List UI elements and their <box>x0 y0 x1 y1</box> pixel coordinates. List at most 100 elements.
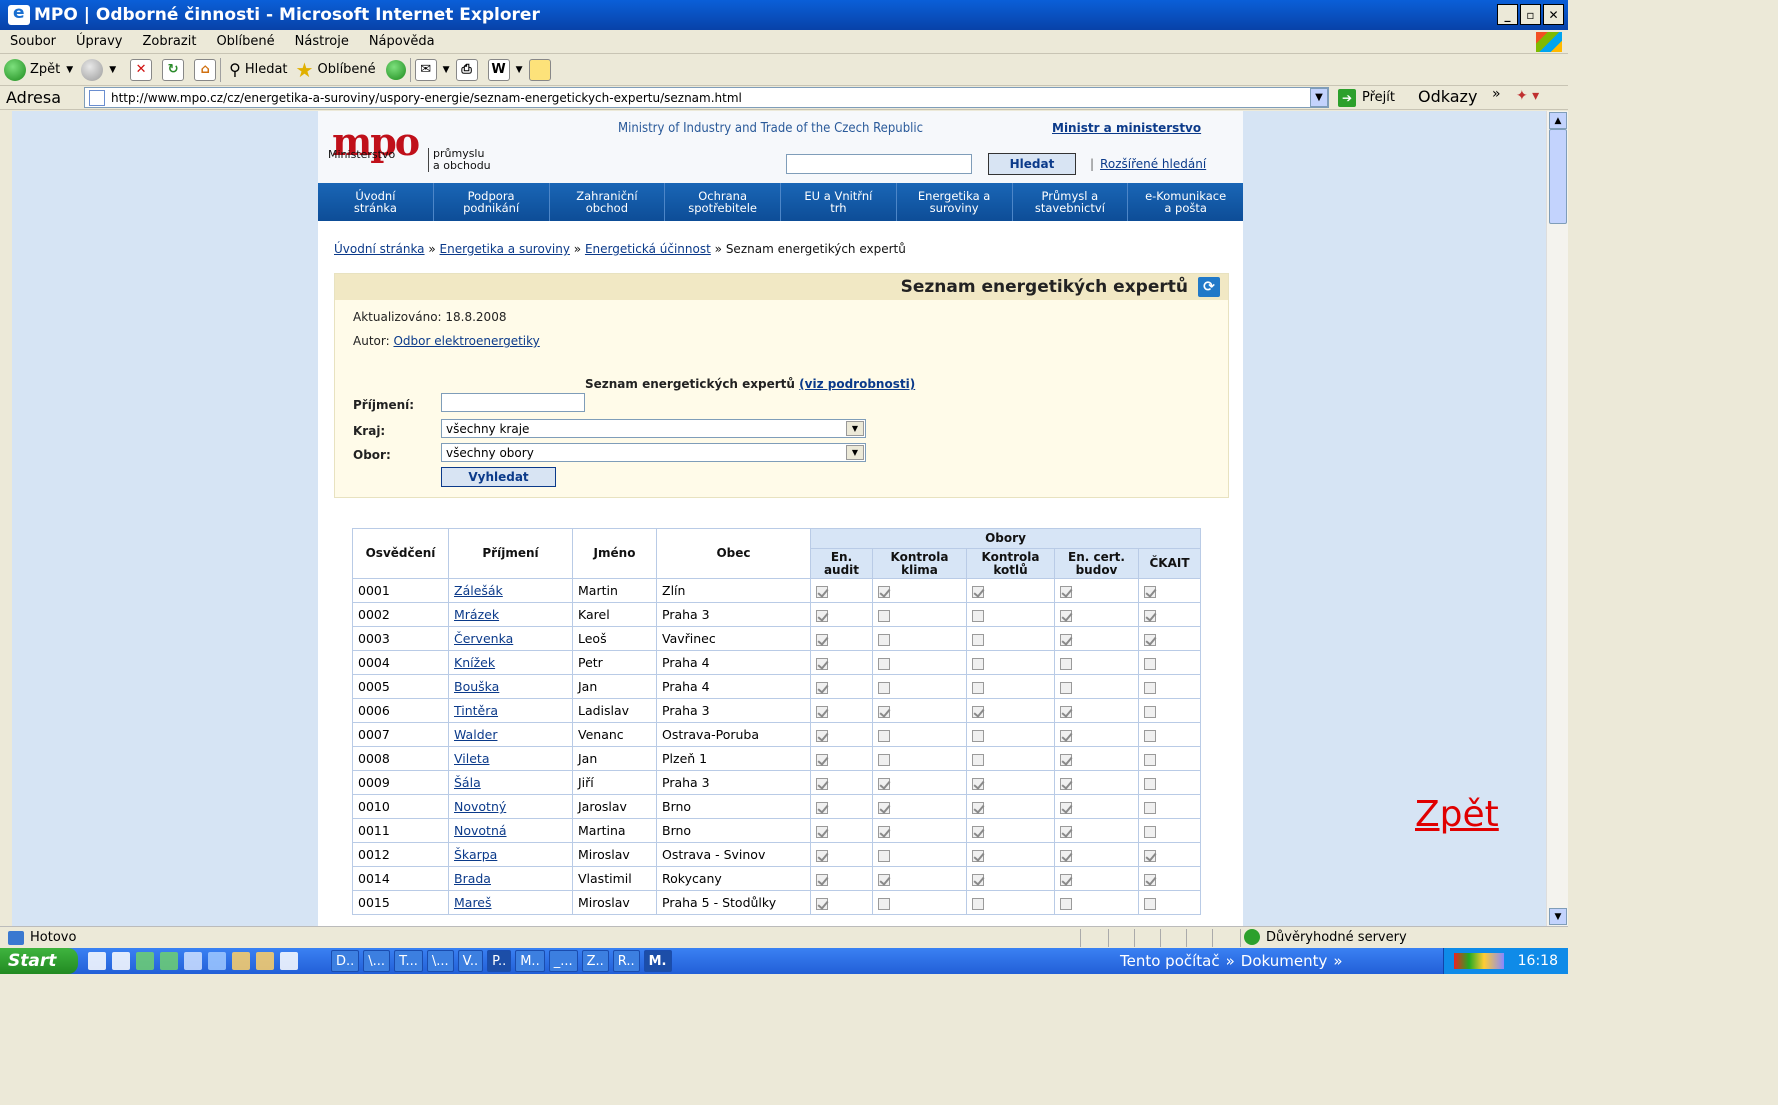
task-item[interactable]: _... <box>548 950 578 972</box>
surname-link[interactable]: Bouška <box>454 679 499 694</box>
surname-link[interactable]: Mrázek <box>454 607 499 622</box>
messenger-icon[interactable] <box>528 58 551 81</box>
task-item[interactable]: V.. <box>457 950 484 972</box>
surname-link[interactable]: Vileta <box>454 751 489 766</box>
chevron-right-icon[interactable]: » <box>1333 952 1342 970</box>
documents-link[interactable]: Dokumenty <box>1241 952 1328 970</box>
col-obec[interactable]: Obec <box>656 528 811 579</box>
links-button[interactable]: Odkazy <box>1418 87 1477 106</box>
quicklaunch-icon[interactable] <box>112 952 130 970</box>
surname-link[interactable]: Tintěra <box>454 703 498 718</box>
forward-button[interactable]: ▼ <box>81 58 116 81</box>
author-link[interactable]: Odbor elektroenergetiky <box>393 334 539 348</box>
edit-icon[interactable]: W <box>487 58 510 81</box>
surname-link[interactable]: Novotný <box>454 799 506 814</box>
breadcrumb-ucinnost[interactable]: Energetická účinnost <box>585 242 711 256</box>
print-icon[interactable]: ⎙ <box>455 58 478 81</box>
stop-icon[interactable]: ✕ <box>130 58 153 81</box>
surname-link[interactable]: Mareš <box>454 895 492 910</box>
nav-e-komunikace[interactable]: e-Komunikace a pošta <box>1128 183 1243 221</box>
toolbar-extra-icon[interactable]: ✦ ▾ <box>1516 88 1539 104</box>
quicklaunch-icon[interactable] <box>256 952 274 970</box>
mail-icon[interactable]: ✉ <box>414 58 437 81</box>
go-icon[interactable]: ➔ <box>1338 89 1356 107</box>
quicklaunch-icon[interactable] <box>160 952 178 970</box>
nav-ochrana-spotrebitele[interactable]: Ochrana spotřebitele <box>665 183 781 221</box>
address-dropdown-icon[interactable]: ▼ <box>1310 88 1328 107</box>
col-jmeno[interactable]: Jméno <box>572 528 657 579</box>
region-select[interactable]: všechny kraje ▼ <box>441 419 866 438</box>
quicklaunch-icon[interactable] <box>88 952 106 970</box>
menu-oblibene[interactable]: Oblíbené <box>206 34 284 49</box>
task-item[interactable]: D.. <box>331 950 360 972</box>
nav-prumysl-stavebnictvi[interactable]: Průmysl a stavebnictví <box>1013 183 1129 221</box>
vyhledat-button[interactable]: Vyhledat <box>441 467 556 487</box>
back-button[interactable]: Zpět ▼ <box>4 58 73 81</box>
task-item[interactable]: M.. <box>515 950 545 972</box>
surname-link[interactable]: Novotná <box>454 823 507 838</box>
media-icon[interactable] <box>385 59 406 80</box>
surname-link[interactable]: Walder <box>454 727 497 742</box>
home-icon[interactable]: ⌂ <box>194 58 217 81</box>
quicklaunch-icon[interactable] <box>136 952 154 970</box>
nav-eu-vnitrni-trh[interactable]: EU a Vnitřní trh <box>781 183 897 221</box>
address-input[interactable]: http://www.mpo.cz/cz/energetika-a-surovi… <box>84 87 1329 108</box>
scroll-up-icon[interactable]: ▲ <box>1549 112 1567 129</box>
close-button[interactable]: ✕ <box>1543 4 1564 25</box>
task-item[interactable]: T... <box>394 950 423 972</box>
task-item[interactable]: R.. <box>612 950 640 972</box>
nav-zahranicni-obchod[interactable]: Zahraniční obchod <box>550 183 666 221</box>
breadcrumb-uvodni[interactable]: Úvodní stránka <box>334 242 425 256</box>
chevron-right-icon[interactable]: » <box>1492 86 1501 102</box>
nav-energetika-suroviny[interactable]: Energetika a suroviny <box>897 183 1013 221</box>
minister-link[interactable]: Ministr a ministerstvo <box>1052 121 1201 135</box>
favorites-button[interactable]: ★ Oblíbené <box>296 58 376 82</box>
quicklaunch-icon[interactable] <box>184 952 202 970</box>
chevron-right-icon[interactable]: » <box>1226 952 1235 970</box>
menu-nastroje[interactable]: Nástroje <box>285 34 359 49</box>
menu-zobrazit[interactable]: Zobrazit <box>132 34 206 49</box>
breadcrumb-energetika[interactable]: Energetika a suroviny <box>440 242 570 256</box>
scroll-thumb[interactable] <box>1549 129 1567 224</box>
surname-input[interactable] <box>441 393 585 412</box>
task-item[interactable]: \... <box>363 950 391 972</box>
task-item[interactable]: \... <box>426 950 454 972</box>
my-computer-link[interactable]: Tento počítač <box>1120 952 1220 970</box>
cell-obec: Ostrava-Poruba <box>656 722 811 747</box>
field-select[interactable]: všechny obory ▼ <box>441 443 866 462</box>
details-link[interactable]: (viz podrobnosti) <box>799 377 915 391</box>
zpet-link[interactable]: Zpět <box>1415 794 1499 835</box>
menu-napoveda[interactable]: Nápověda <box>359 34 445 49</box>
task-item[interactable]: Z.. <box>581 950 609 972</box>
surname-link[interactable]: Šála <box>454 775 481 790</box>
vertical-scrollbar[interactable]: ▲ ▼ <box>1546 111 1568 926</box>
advanced-search-link[interactable]: Rozšířené hledání <box>1090 157 1206 171</box>
task-item[interactable]: P.. <box>487 950 512 972</box>
tray-icons[interactable] <box>1453 953 1504 969</box>
nav-uvodni-stranka[interactable]: Úvodní stránka <box>318 183 434 221</box>
surname-link[interactable]: Knížek <box>454 655 495 670</box>
col-prijmeni[interactable]: Příjmení <box>448 528 573 579</box>
task-item[interactable]: M. <box>643 950 672 972</box>
refresh-icon[interactable]: ⟳ <box>1198 277 1220 297</box>
site-search-input[interactable] <box>786 154 972 174</box>
minimize-button[interactable]: _ <box>1497 4 1518 25</box>
col-osvedceni[interactable]: Osvědčení <box>352 528 449 579</box>
go-button[interactable]: Přejít <box>1362 90 1395 105</box>
surname-link[interactable]: Zálešák <box>454 583 503 598</box>
maximize-button[interactable]: ▫ <box>1520 4 1541 25</box>
scroll-down-icon[interactable]: ▼ <box>1549 908 1567 925</box>
search-button[interactable]: ⚲ Hledat <box>229 60 287 79</box>
refresh-icon[interactable]: ↻ <box>162 58 185 81</box>
surname-link[interactable]: Brada <box>454 871 491 886</box>
surname-link[interactable]: Škarpa <box>454 847 497 862</box>
surname-link[interactable]: Červenka <box>454 631 513 646</box>
site-search-button[interactable]: Hledat <box>988 153 1076 175</box>
quicklaunch-icon[interactable] <box>208 952 226 970</box>
nav-podpora-podnikani[interactable]: Podpora podnikání <box>434 183 550 221</box>
quicklaunch-icon[interactable] <box>232 952 250 970</box>
quicklaunch-icon[interactable] <box>280 952 298 970</box>
menu-soubor[interactable]: Soubor <box>0 34 66 49</box>
menu-upravy[interactable]: Úpravy <box>66 34 132 49</box>
start-button[interactable]: Start <box>0 948 78 974</box>
